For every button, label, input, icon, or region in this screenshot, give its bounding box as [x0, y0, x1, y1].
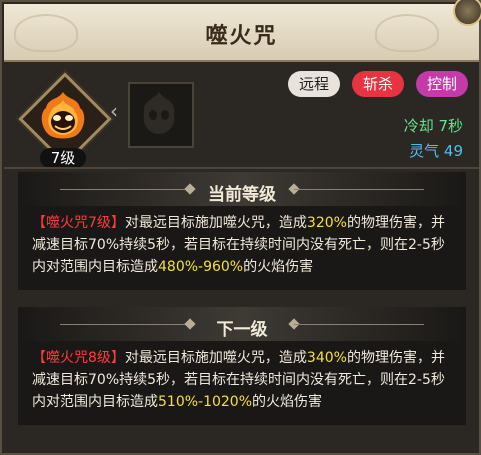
close-gem-icon[interactable]: [453, 0, 481, 26]
current-level-section: 当前等级 【噬火咒7级】对最远目标施加噬火咒，造成320%的物理伤害，并减速目标…: [18, 172, 466, 290]
next-level-section: 下一级 【噬火咒8级】对最远目标施加噬火咒，造成340%的物理伤害，并减速目标7…: [18, 307, 466, 425]
next-skill-slot: [128, 82, 194, 148]
title-bar: 噬火咒: [4, 4, 479, 62]
desc-text: 对最远目标施加噬火咒，造成: [124, 350, 307, 366]
chevron-left-icon: ‹: [110, 99, 118, 123]
skill-name-label: 【噬火咒7级】: [32, 215, 125, 231]
aura-stat: 灵气 49: [409, 142, 463, 160]
damage-value: 340%: [306, 350, 347, 366]
section-header: 下一级: [18, 307, 466, 341]
desc-text: 的火焰伤害: [252, 394, 323, 410]
divider: [4, 167, 479, 169]
next-level-description: 【噬火咒8级】对最远目标施加噬火咒，造成340%的物理伤害，并减速目标70%持续…: [32, 347, 458, 413]
skill-detail-panel: 噬火咒 7级 ‹ 远程 斩杀 控制 冷却 7秒 灵气 49 当前等级 【噬火咒7…: [0, 0, 481, 455]
skill-level-badge: 7级: [40, 148, 86, 168]
skill-icon-frame: [18, 72, 112, 166]
header-line: [294, 189, 424, 190]
desc-text: 的火焰伤害: [243, 259, 314, 275]
desc-text: 对最远目标施加噬火咒，造成: [124, 215, 307, 231]
fire-damage-value: 510%-1020%: [158, 394, 253, 410]
header-line: [294, 324, 424, 325]
section-header: 当前等级: [18, 172, 466, 206]
tag-ranged: 远程: [288, 71, 340, 97]
tag-kill: 斩杀: [352, 71, 404, 97]
skill-name-label: 【噬火咒8级】: [32, 350, 125, 366]
bottom-bar: [4, 431, 479, 451]
damage-value: 320%: [306, 215, 347, 231]
current-level-description: 【噬火咒7级】对最远目标施加噬火咒，造成320%的物理伤害，并减速目标70%持续…: [32, 212, 458, 278]
current-level-heading: 当前等级: [208, 185, 276, 205]
fire-skull-icon: [41, 92, 85, 139]
cooldown-stat: 冷却 7秒: [403, 117, 463, 135]
tag-control: 控制: [416, 71, 468, 97]
locked-flame-icon: [143, 92, 175, 134]
skill-title: 噬火咒: [205, 24, 278, 49]
next-level-heading: 下一级: [216, 320, 268, 340]
fire-damage-value: 480%-960%: [158, 259, 244, 275]
